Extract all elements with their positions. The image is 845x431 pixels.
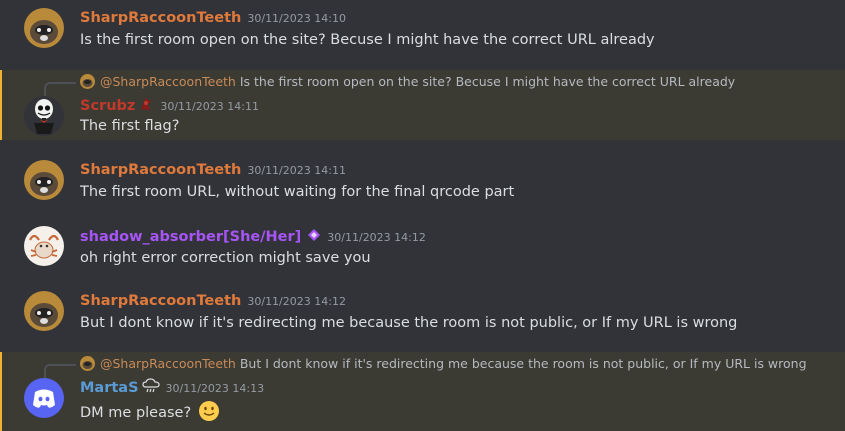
nitro-gem-icon[interactable]: [307, 228, 321, 246]
author-name[interactable]: MartaS 30/11/2023 14:13: [80, 378, 264, 398]
author-name[interactable]: SharpRaccoonTeeth 30/11/2023 14:10: [80, 10, 346, 26]
author-name[interactable]: shadow_absorber[She/Her] 30/11/2023 14:1…: [80, 228, 426, 246]
raccoon-avatar-icon[interactable]: [24, 8, 64, 48]
reply-author[interactable]: @SharpRaccoonTeeth: [100, 356, 236, 371]
author-name[interactable]: SharpRaccoonTeeth 30/11/2023 14:11: [80, 162, 346, 178]
author-label[interactable]: MartaS: [80, 380, 139, 396]
reply-connector: [44, 82, 76, 96]
raccoon-avatar-icon[interactable]: [24, 160, 64, 200]
timestamp: 30/11/2023 14:12: [247, 295, 346, 308]
timestamp: 30/11/2023 14:11: [247, 164, 346, 177]
message-6: @SharpRaccoonTeeth But I dont know if it…: [0, 352, 845, 431]
crab-avatar-icon[interactable]: [24, 226, 64, 266]
message-2: @SharpRaccoonTeeth Is the first room ope…: [0, 70, 845, 140]
timestamp: 30/11/2023 14:13: [165, 382, 265, 395]
reply-connector: [44, 364, 76, 378]
message-text: Is the first room open on the site? Becu…: [80, 32, 655, 48]
message-4: shadow_absorber[She/Her] 30/11/2023 14:1…: [0, 218, 845, 276]
reply-snippet: Is the first room open on the site? Becu…: [239, 74, 736, 89]
author-label[interactable]: shadow_absorber[She/Her]: [80, 229, 301, 245]
message-text: The first room URL, without waiting for …: [80, 184, 515, 200]
message-text: But I dont know if it's redirecting me b…: [80, 315, 738, 331]
reply-snippet: But I dont know if it's redirecting me b…: [239, 356, 807, 371]
author-label[interactable]: SharpRaccoonTeeth: [80, 293, 241, 309]
author-name[interactable]: SharpRaccoonTeeth 30/11/2023 14:12: [80, 293, 346, 309]
discord-logo-icon[interactable]: [24, 378, 64, 418]
message-3: SharpRaccoonTeeth 30/11/2023 14:11 The fi…: [0, 152, 845, 210]
timestamp: 30/11/2023 14:11: [160, 100, 259, 113]
slightly-smiling-face-emoji[interactable]: [198, 400, 220, 426]
reply-preview[interactable]: @SharpRaccoonTeeth But I dont know if it…: [100, 356, 807, 371]
timestamp: 30/11/2023 14:12: [327, 231, 426, 244]
reply-preview[interactable]: @SharpRaccoonTeeth Is the first room ope…: [100, 74, 735, 89]
author-label[interactable]: Scrubz: [80, 98, 135, 114]
reply-author[interactable]: @SharpRaccoonTeeth: [100, 74, 236, 89]
author-label[interactable]: SharpRaccoonTeeth: [80, 10, 241, 26]
raccoon-avatar-icon: [80, 356, 95, 371]
raccoon-avatar-icon[interactable]: [24, 291, 64, 331]
message-1: SharpRaccoonTeeth 30/11/2023 14:10 Is the…: [0, 0, 845, 58]
message-text: DM me please?: [80, 400, 220, 426]
author-name[interactable]: Scrubz 30/11/2023 14:11: [80, 96, 259, 116]
message-text: The first flag?: [80, 118, 180, 134]
message-text: oh right error correction might save you: [80, 250, 371, 266]
raccoon-avatar-icon: [80, 74, 95, 89]
skeleton-avatar-icon[interactable]: [24, 96, 64, 136]
rain-cloud-icon[interactable]: [141, 378, 160, 398]
message-5: SharpRaccoonTeeth 30/11/2023 14:12 But I …: [0, 283, 845, 341]
timestamp: 30/11/2023 14:10: [247, 12, 346, 25]
author-label[interactable]: SharpRaccoonTeeth: [80, 162, 241, 178]
message-text-body: DM me please?: [80, 405, 192, 421]
guild-tag-icon[interactable]: [138, 96, 154, 116]
